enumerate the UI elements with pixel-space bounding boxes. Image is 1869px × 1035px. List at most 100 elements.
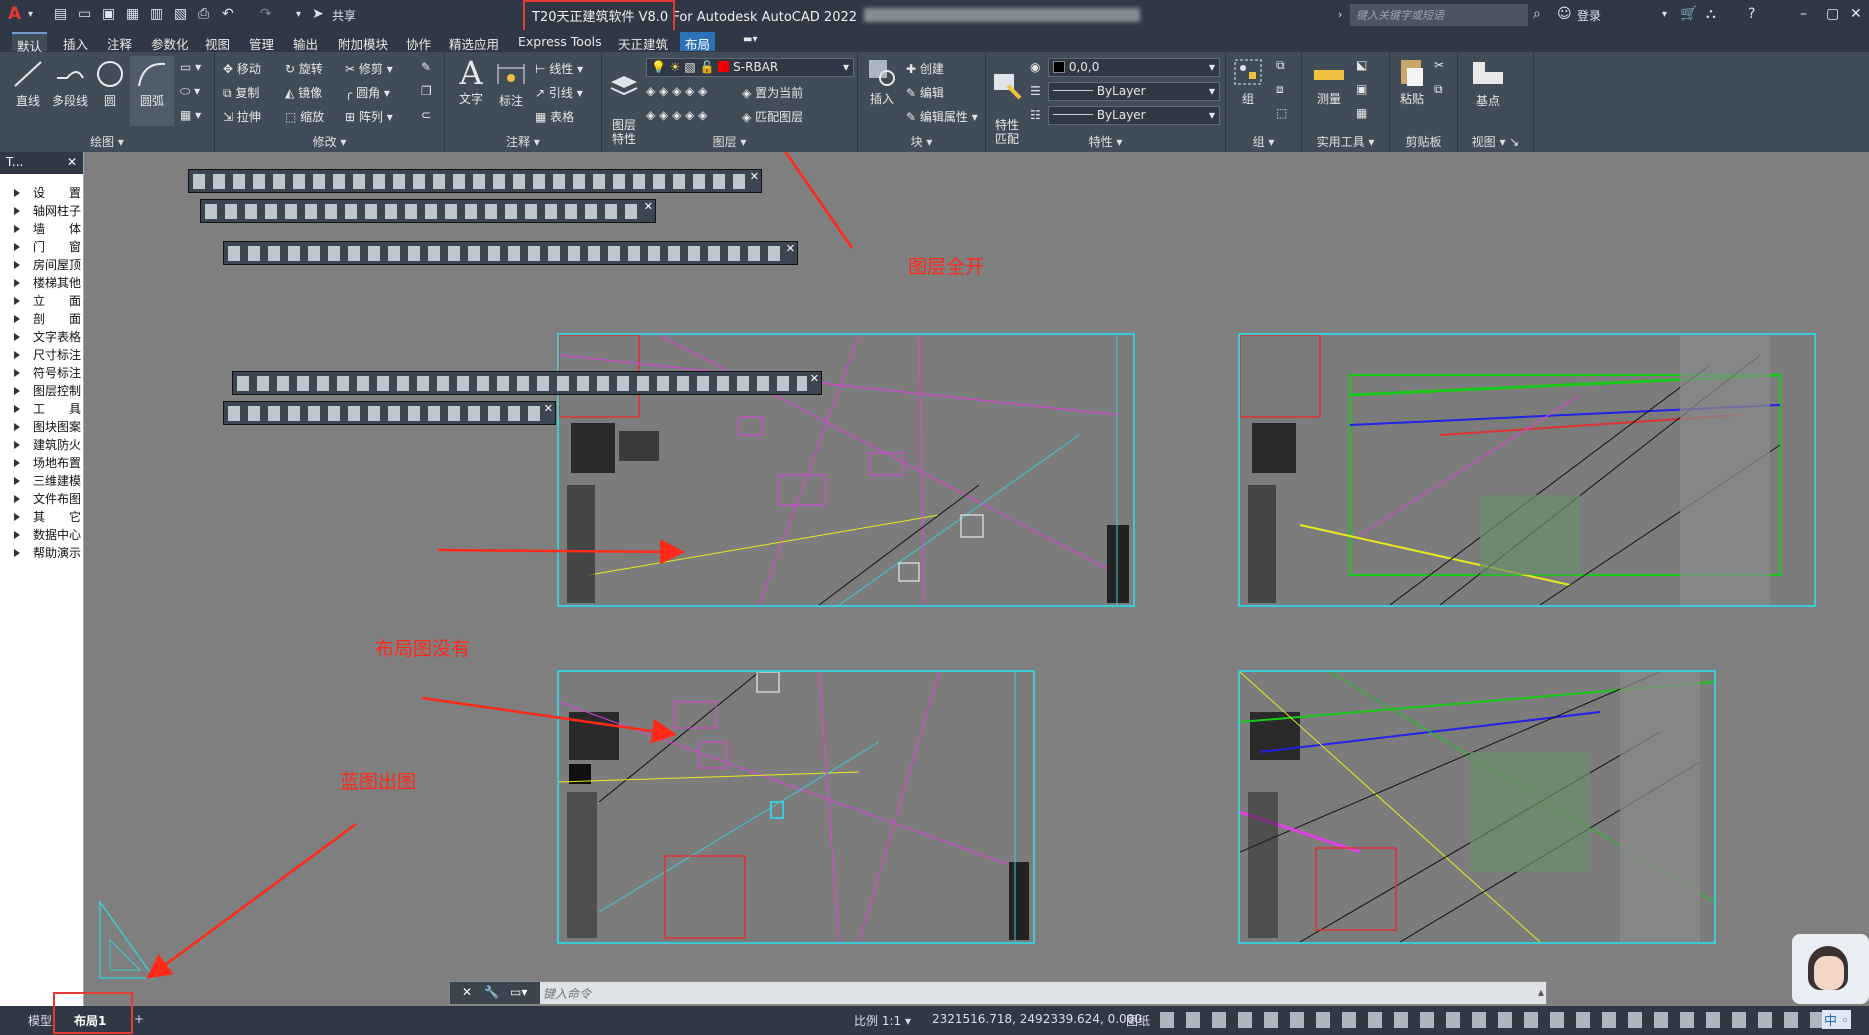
tab-layout[interactable]: 布局 [680,32,716,52]
view-group-label[interactable]: 视图 ▾ ↘ [1458,133,1533,150]
side-panel-item[interactable]: 楼梯其他 [0,274,83,292]
command-input[interactable] [543,984,1533,1003]
circle-button[interactable]: 圆 [90,58,130,109]
customize-qat-icon[interactable]: ▾ [296,9,301,20]
block-group-label[interactable]: 块 ▾ [858,133,985,150]
open-file-icon[interactable]: ▭ [78,6,91,22]
select-all-icon[interactable]: ▣ [1356,82,1367,96]
side-panel-item[interactable]: 符号标注 [0,364,83,382]
match-layer-button[interactable]: ◈ 匹配图层 [742,108,803,125]
cut-icon[interactable]: ✂ [1434,58,1444,72]
publish-icon[interactable]: ▧ [174,6,187,22]
move-button[interactable]: ✥ 移动 [223,60,261,77]
groups-group-label[interactable]: 组 ▾ [1226,133,1301,150]
rectangle-icon[interactable]: ▭ ▾ [180,60,201,74]
search-input[interactable]: 键入关键字或短语 [1350,4,1528,26]
tab-manage[interactable]: 管理 [244,32,279,52]
linetype-icon[interactable]: ☰ [1030,84,1041,98]
dimension-button[interactable]: 标注 [493,58,529,109]
side-panel-item[interactable]: 剖 面 [0,310,83,328]
ungroup-icon[interactable]: ⧉ [1276,58,1285,73]
linear-button[interactable]: ⊢ 线性 ▾ [535,60,583,77]
tab-annotate[interactable]: 注释 [102,32,137,52]
save-as-icon[interactable]: ▦ [126,6,139,22]
clipboard-group-label[interactable]: 剪贴板 [1390,133,1457,150]
minimize-icon[interactable]: – [1800,6,1807,22]
array-button[interactable]: ⊞ 阵列 ▾ [345,108,393,125]
side-panel-item[interactable]: 工 具 [0,400,83,418]
side-panel-item[interactable]: 图块图案 [0,418,83,436]
layer-tools-row2[interactable]: ◈ ◈ ◈ ◈ ◈ [646,108,707,122]
hatch-icon[interactable]: ▦ ▾ [180,108,201,122]
side-panel-item[interactable]: 文件布图 [0,490,83,508]
explode-icon[interactable]: ❒ [421,84,432,98]
utilities-group-label[interactable]: 实用工具 ▾ [1302,133,1389,150]
side-panel-item[interactable]: 轴网柱子 [0,202,83,220]
set-current-button[interactable]: ◈ 置为当前 [742,84,803,101]
tab-express-tools[interactable]: Express Tools [513,32,607,51]
save-icon[interactable]: ▣ [102,6,115,22]
cart-icon[interactable]: 🛒 [1680,6,1697,22]
user-icon[interactable]: ☺ [1557,6,1572,22]
group-edit-icon[interactable]: ⧈ [1276,82,1284,97]
paper-space-toggle[interactable]: 图纸 [1118,1009,1158,1031]
tab-parametric[interactable]: 参数化 [146,32,194,52]
tab-insert[interactable]: 插入 [58,32,93,52]
side-panel-item[interactable]: 图层控制 [0,382,83,400]
paste-button[interactable]: 粘贴 [1394,56,1430,107]
linetype-dropdown[interactable]: ByLayer ▾ [1048,82,1220,101]
layer-dropdown[interactable]: 💡 ☀ ▧ 🔓 S-RBAR ▾ [646,58,854,77]
rotate-button[interactable]: ↻ 旋转 [285,60,323,77]
calculator-icon[interactable]: ▦ [1356,106,1367,120]
print-icon[interactable]: ⎙ [198,6,209,22]
drawing-canvas[interactable]: ✕ ✕ ✕ ✕ ✕ 图层全开 布局图没有 蓝图出图 [84,152,1869,1004]
tab-view[interactable]: 视图 [200,32,235,52]
expand-chevron-icon[interactable]: › [1338,8,1342,21]
base-point-button[interactable]: 基点 [1462,58,1514,109]
plot-preview-icon[interactable]: ▥ [150,6,163,22]
command-line[interactable]: ✕ 🔧 ▭▾ ▴ [449,981,1547,1005]
help-icon[interactable]: ? [1748,6,1755,22]
fillet-button[interactable]: ╭ 圆角 ▾ [345,84,390,101]
tab-collaborate[interactable]: 协作 [401,32,436,52]
insert-block-button[interactable]: 插入 [862,56,902,107]
app-logo-icon[interactable]: A [8,4,21,24]
edit-attributes-button[interactable]: ✎ 编辑属性 ▾ [906,108,978,125]
side-panel-item[interactable]: 立 面 [0,292,83,310]
side-panel-item[interactable]: 数据中心 [0,526,83,544]
table-button[interactable]: ▦ 表格 [535,108,574,125]
login-chevron-icon[interactable]: ▾ [1662,9,1667,20]
side-panel-item[interactable]: 尺寸标注 [0,346,83,364]
copy-button[interactable]: ⧉ 复制 [223,84,259,101]
tab-tangent-arch[interactable]: 天正建筑 [613,32,673,52]
command-history-icon[interactable]: ▭▾ [510,985,527,999]
lineweight-icon[interactable]: ☷ [1030,108,1041,122]
search-icon[interactable]: ⌕ [1533,6,1541,22]
text-button[interactable]: A 文字 [453,56,489,107]
redo-icon[interactable]: ↷ [260,6,272,22]
properties-group-label[interactable]: 特性 ▾ [986,133,1225,150]
app-menu-chevron-icon[interactable]: ▾ [28,9,33,20]
command-close-icon[interactable]: ✕ [462,985,472,999]
group-select-icon[interactable]: ⬚ [1276,106,1287,120]
side-panel-item[interactable]: 房间屋顶 [0,256,83,274]
side-panel-item[interactable]: 门 窗 [0,238,83,256]
line-button[interactable]: 直线 [6,58,50,109]
group-button[interactable]: 组 [1230,56,1266,107]
modify-group-label[interactable]: 修改 ▾ [215,133,444,150]
tab-default[interactable]: 默认 [12,32,48,54]
lineweight-dropdown[interactable]: ByLayer ▾ [1048,106,1220,125]
side-panel-item[interactable]: 建筑防火 [0,436,83,454]
side-panel-item[interactable]: 其 它 [0,508,83,526]
quick-select-icon[interactable]: ⬕ [1356,58,1367,72]
erase-icon[interactable]: ✎ [421,60,431,74]
autodesk-app-icon[interactable]: ⛬ [1706,6,1716,22]
edit-block-button[interactable]: ✎ 编辑 [906,84,944,101]
side-panel-item[interactable]: 帮助演示 [0,544,83,562]
side-panel-item[interactable]: 场地布置 [0,454,83,472]
side-panel-item[interactable]: 文字表格 [0,328,83,346]
annotation-group-label[interactable]: 注释 ▾ [445,133,601,150]
undo-icon[interactable]: ↶ [222,6,234,22]
offset-icon[interactable]: ⊂ [421,108,431,122]
maximize-icon[interactable]: ▢ [1826,6,1839,22]
